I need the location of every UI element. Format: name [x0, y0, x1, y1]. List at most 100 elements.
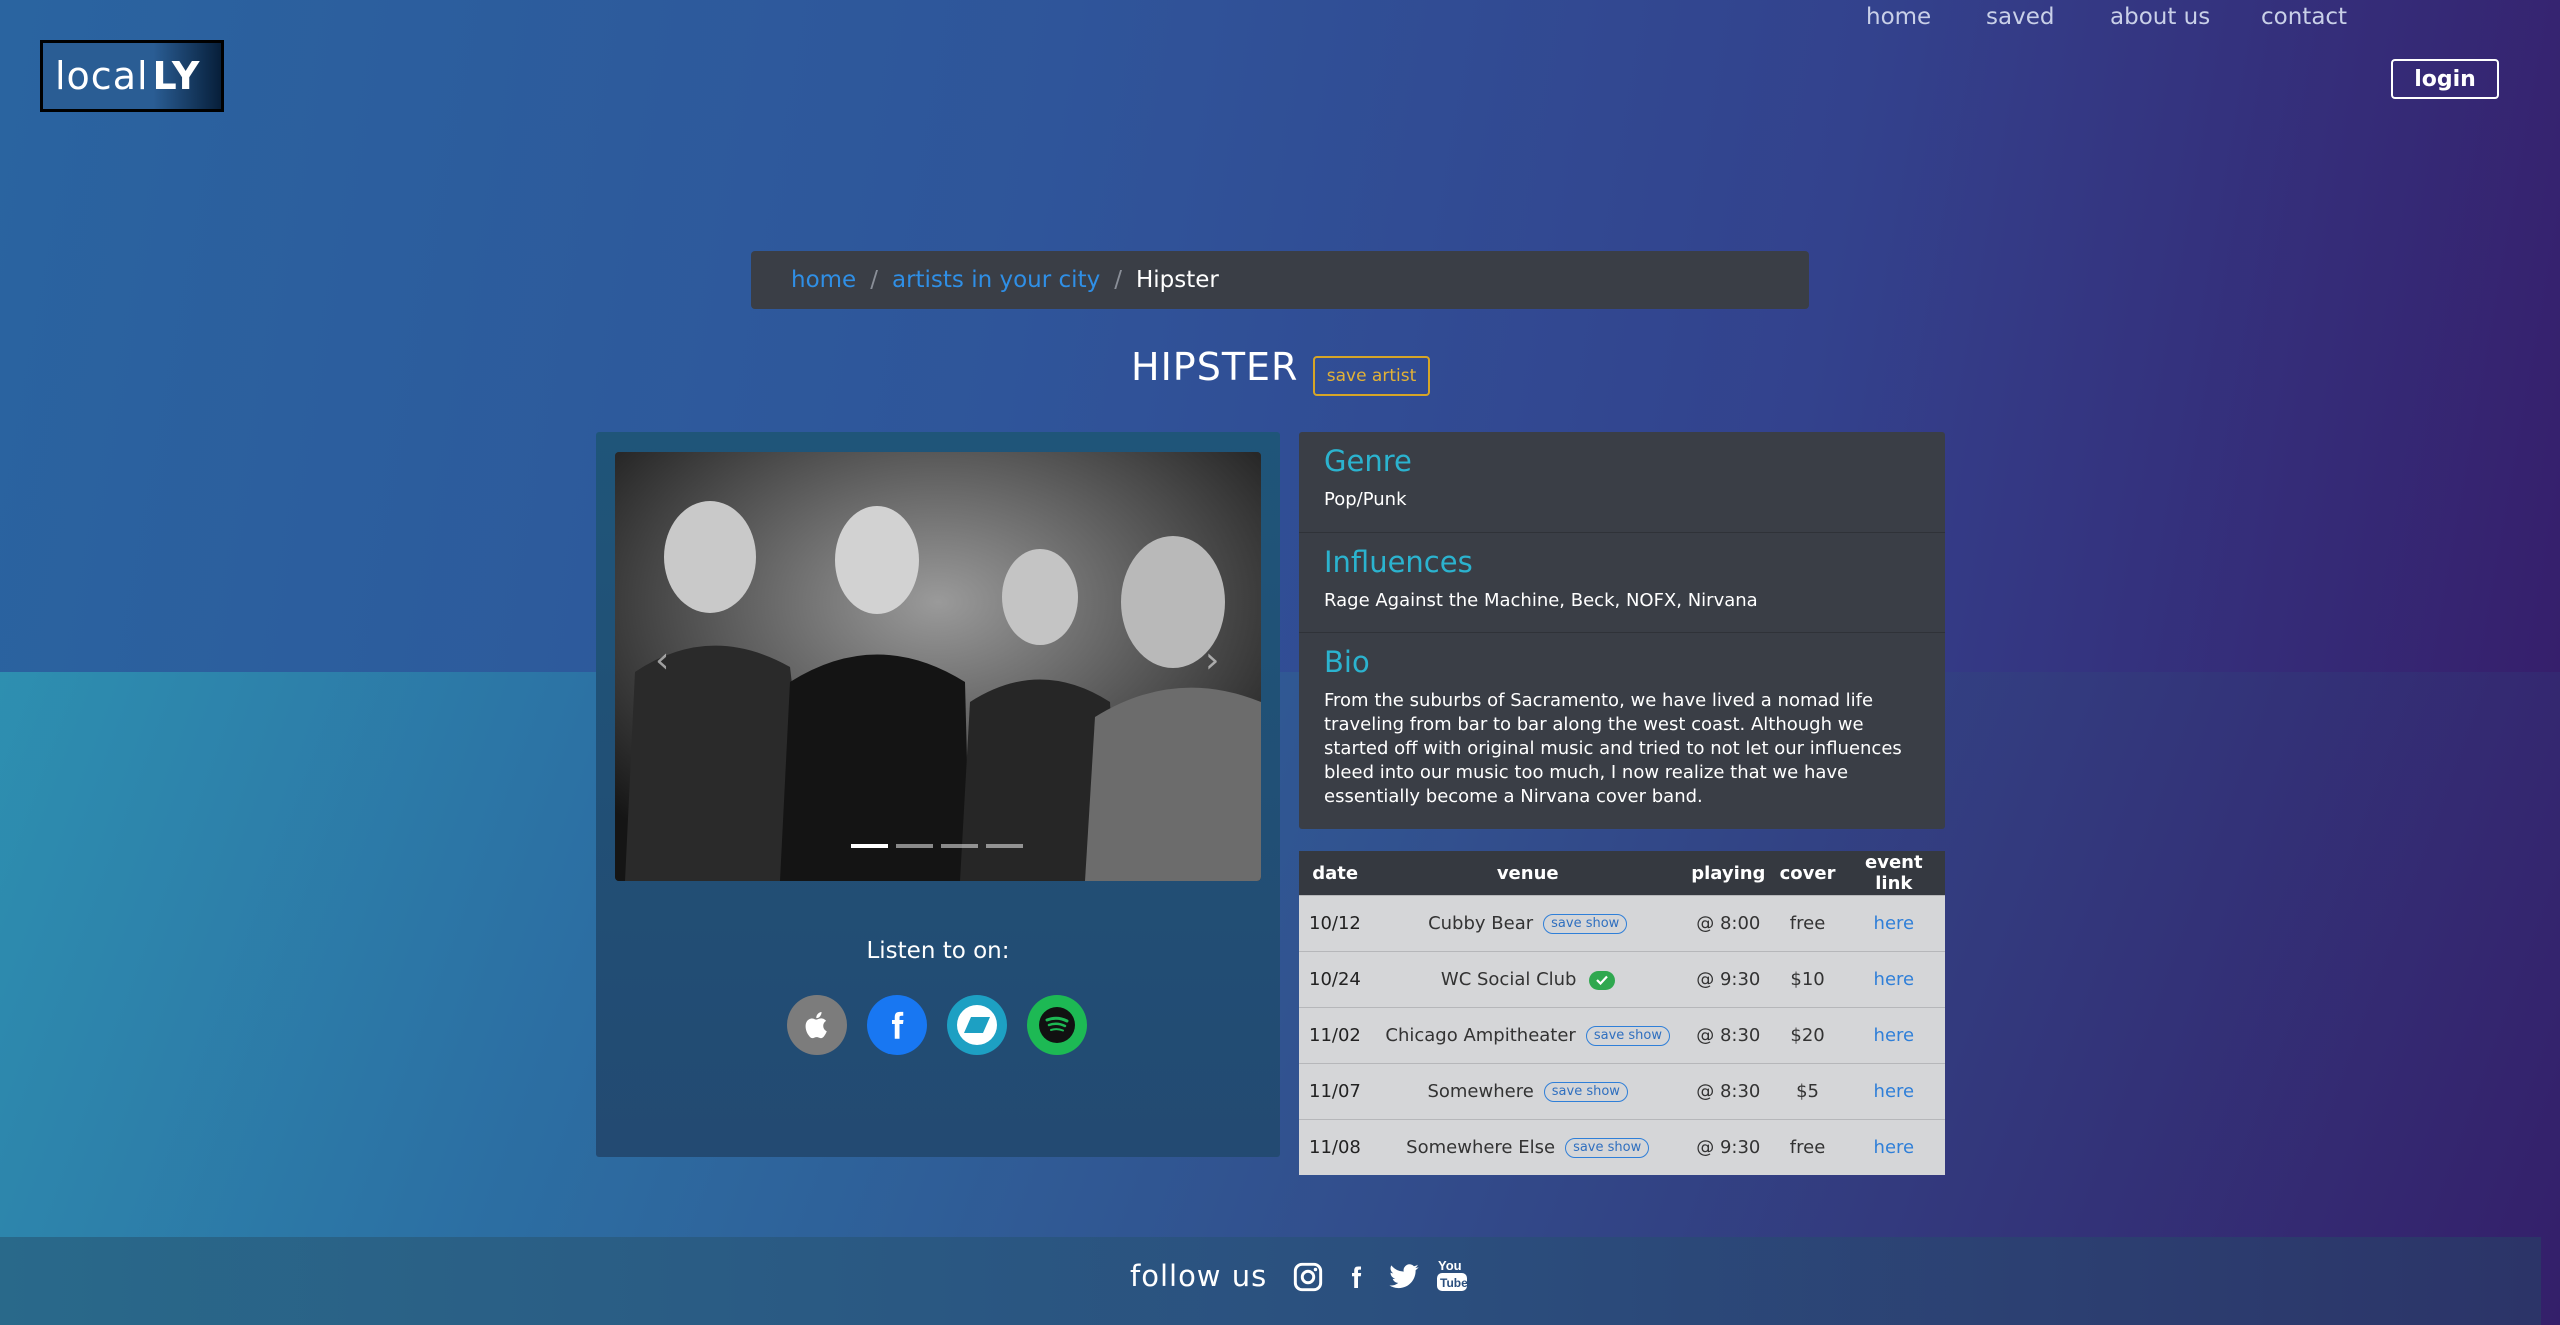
- bio-heading: Bio: [1324, 645, 1370, 679]
- nav-contact[interactable]: contact: [2261, 4, 2347, 30]
- influences-heading: Influences: [1324, 545, 1473, 579]
- carousel-prev-icon[interactable]: ‹: [655, 640, 669, 681]
- carousel-next-icon[interactable]: ›: [1205, 640, 1219, 681]
- svg-text:You: You: [1438, 1258, 1462, 1273]
- show-time: @ 8:30: [1684, 1063, 1773, 1120]
- breadcrumb-separator: /: [870, 267, 878, 293]
- divider: [1299, 632, 1945, 633]
- save-show-button[interactable]: save show: [1543, 1082, 1628, 1102]
- divider: [1299, 532, 1945, 533]
- saved-check-icon[interactable]: [1588, 970, 1615, 990]
- event-link-cell: here: [1842, 1007, 1945, 1064]
- save-show-button[interactable]: save show: [1565, 1138, 1650, 1158]
- show-time: @ 8:00: [1684, 895, 1773, 952]
- facebook-icon[interactable]: [867, 995, 927, 1055]
- twitter-icon[interactable]: [1387, 1261, 1421, 1297]
- table-row: 11/02 Chicago Ampitheater save show @ 8:3…: [1299, 1007, 1945, 1064]
- column-header-playing: playing: [1684, 851, 1773, 896]
- table-row: 10/24 WC Social Club @ 9:30 $10 here: [1299, 951, 1945, 1008]
- show-venue: Cubby Bear: [1428, 913, 1534, 934]
- show-venue: Chicago Ampitheater: [1385, 1025, 1576, 1046]
- carousel-indicator[interactable]: [896, 844, 933, 848]
- show-venue: Somewhere: [1427, 1081, 1534, 1102]
- show-time: @ 8:30: [1684, 1007, 1773, 1064]
- column-header-cover: cover: [1772, 851, 1843, 896]
- event-link[interactable]: here: [1874, 1025, 1915, 1046]
- column-header-date: date: [1299, 851, 1372, 896]
- carousel-indicator[interactable]: [941, 844, 978, 848]
- show-date: 11/02: [1299, 1007, 1372, 1064]
- show-cover: $10: [1772, 951, 1843, 1008]
- breadcrumb-home[interactable]: home: [791, 267, 856, 293]
- media-panel: ‹ › Listen to on:: [596, 432, 1280, 1157]
- show-date: 10/24: [1299, 951, 1372, 1008]
- show-venue-cell: Cubby Bear save show: [1371, 895, 1685, 952]
- event-link-cell: here: [1842, 951, 1945, 1008]
- genre-heading: Genre: [1324, 444, 1412, 478]
- youtube-icon[interactable]: You Tube: [1436, 1257, 1468, 1297]
- show-date: 10/12: [1299, 895, 1372, 952]
- bandcamp-icon[interactable]: [947, 995, 1007, 1055]
- instagram-icon[interactable]: [1292, 1261, 1324, 1297]
- save-artist-button[interactable]: save artist: [1313, 356, 1430, 396]
- event-link[interactable]: here: [1874, 913, 1915, 934]
- save-show-button[interactable]: save show: [1585, 1026, 1671, 1046]
- genre-section: Genre Pop/Punk: [1324, 444, 1920, 512]
- show-date: 11/07: [1299, 1063, 1372, 1120]
- event-link[interactable]: here: [1874, 969, 1915, 990]
- nav-home[interactable]: home: [1866, 4, 1931, 30]
- svg-text:Tube: Tube: [1440, 1276, 1468, 1290]
- table-row: 11/08 Somewhere Else save show @ 9:30 fre…: [1299, 1119, 1945, 1175]
- show-time: @ 9:30: [1684, 951, 1773, 1008]
- show-time: @ 9:30: [1684, 1119, 1773, 1175]
- show-cover: $20: [1772, 1007, 1843, 1064]
- site-logo[interactable]: local LY: [40, 40, 224, 112]
- table-row: 10/12 Cubby Bear save show @ 8:00 free he…: [1299, 895, 1945, 952]
- spotify-icon[interactable]: [1027, 995, 1087, 1055]
- event-link-cell: here: [1842, 895, 1945, 952]
- breadcrumb: home / artists in your city / Hipster: [751, 251, 1809, 309]
- bio-text: From the suburbs of Sacramento, we have …: [1324, 690, 1902, 807]
- show-cover: free: [1772, 1119, 1843, 1175]
- artist-info-panel: Genre Pop/Punk Influences Rage Against t…: [1299, 432, 1945, 829]
- breadcrumb-separator: /: [1114, 267, 1122, 293]
- band-photo: [615, 452, 1261, 881]
- hero-background: [0, 0, 2560, 672]
- follow-us-label: follow us: [1130, 1259, 1268, 1293]
- page-title: HIPSTER: [1131, 345, 1299, 389]
- shows-table: date venue playing cover event link 10/1…: [1299, 851, 1945, 1175]
- facebook-icon[interactable]: [1344, 1261, 1368, 1297]
- show-cover: $5: [1772, 1063, 1843, 1120]
- table-row: 11/07 Somewhere save show @ 8:30 $5 here: [1299, 1063, 1945, 1120]
- event-link-cell: here: [1842, 1063, 1945, 1120]
- listen-label: Listen to on:: [866, 938, 1010, 964]
- login-button[interactable]: login: [2391, 59, 2499, 99]
- show-venue-cell: Somewhere Else save show: [1371, 1119, 1685, 1175]
- show-venue-cell: Somewhere save show: [1371, 1063, 1685, 1120]
- breadcrumb-current: Hipster: [1135, 267, 1219, 293]
- site-footer: follow us You Tube: [0, 1237, 2541, 1325]
- show-venue-cell: Chicago Ampitheater save show: [1371, 1007, 1685, 1064]
- event-link[interactable]: here: [1874, 1081, 1915, 1102]
- logo-text-bold: LY: [152, 54, 201, 98]
- event-link[interactable]: here: [1874, 1137, 1915, 1158]
- carousel-indicators: [851, 844, 1023, 848]
- influences-section: Influences Rage Against the Machine, Bec…: [1324, 545, 1920, 613]
- event-link-cell: here: [1842, 1119, 1945, 1175]
- photo-carousel[interactable]: ‹ ›: [615, 452, 1261, 881]
- logo-text-plain: local: [55, 54, 149, 98]
- carousel-indicator[interactable]: [851, 844, 888, 848]
- column-header-event-link: event link: [1842, 851, 1945, 896]
- nav-saved[interactable]: saved: [1986, 4, 2054, 30]
- breadcrumb-artists[interactable]: artists in your city: [892, 267, 1100, 293]
- apple-music-icon[interactable]: [787, 995, 847, 1055]
- show-cover: free: [1772, 895, 1843, 952]
- bio-section: Bio From the suburbs of Sacramento, we h…: [1324, 645, 1920, 809]
- show-venue: Somewhere Else: [1406, 1137, 1556, 1158]
- influences-value: Rage Against the Machine, Beck, NOFX, Ni…: [1324, 590, 1758, 611]
- column-header-venue: venue: [1371, 851, 1685, 896]
- nav-about-us[interactable]: about us: [2110, 4, 2210, 30]
- save-show-button[interactable]: save show: [1543, 914, 1628, 934]
- genre-value: Pop/Punk: [1324, 489, 1407, 510]
- carousel-indicator[interactable]: [986, 844, 1023, 848]
